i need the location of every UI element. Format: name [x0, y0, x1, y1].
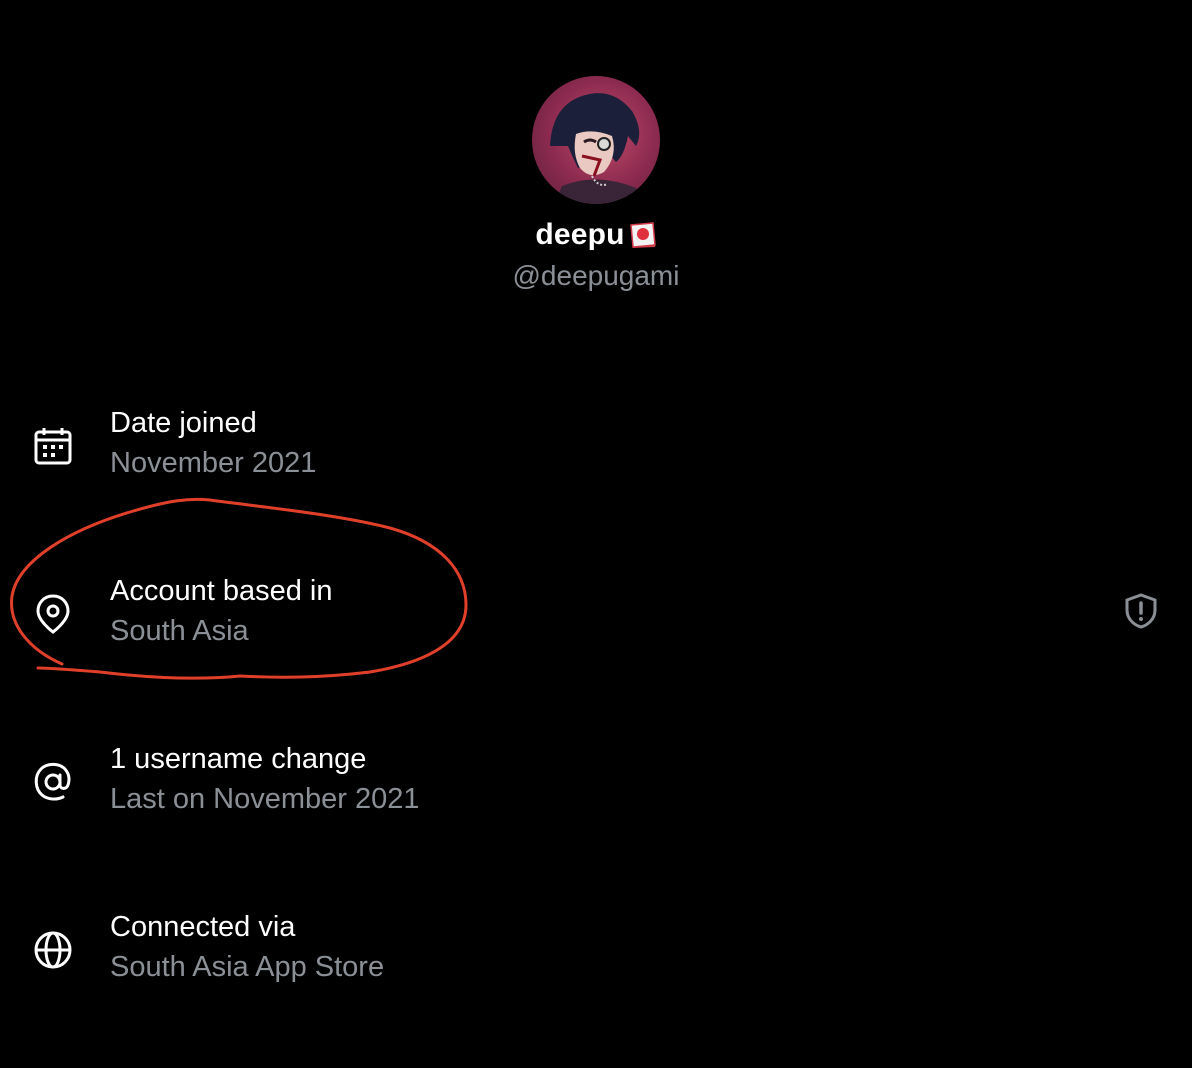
detail-label: Date joined: [110, 407, 257, 439]
detail-value: South Asia App Store: [110, 951, 385, 983]
detail-label: 1 username change: [110, 743, 367, 775]
detail-date-joined: Date joined November 2021: [0, 405, 1192, 495]
avatar-illustration: [550, 93, 642, 204]
user-handle: @deepugami: [512, 260, 680, 291]
shield-alert-icon[interactable]: [1124, 593, 1158, 629]
name-row: deepu: [535, 218, 656, 252]
at-sign-icon: [32, 761, 74, 803]
profile-header: deepu @deepugami: [0, 76, 1192, 292]
globe-icon: [32, 929, 74, 971]
detail-value: November 2021: [110, 447, 317, 479]
avatar[interactable]: [532, 76, 660, 204]
detail-account-based-in: Account based in South Asia: [0, 573, 1192, 663]
calendar-icon: [32, 425, 74, 467]
detail-value: Last on November 2021: [110, 783, 420, 815]
detail-username-change: 1 username change Last on November 2021: [0, 741, 1192, 831]
display-name: deepu: [535, 218, 625, 251]
detail-label: Account based in: [110, 575, 333, 607]
detail-connected-via: Connected via South Asia App Store: [0, 909, 1192, 999]
location-pin-icon: [32, 593, 74, 635]
detail-value: South Asia: [110, 615, 249, 647]
red-circle-flag-icon: [629, 222, 657, 248]
detail-label: Connected via: [110, 911, 296, 943]
